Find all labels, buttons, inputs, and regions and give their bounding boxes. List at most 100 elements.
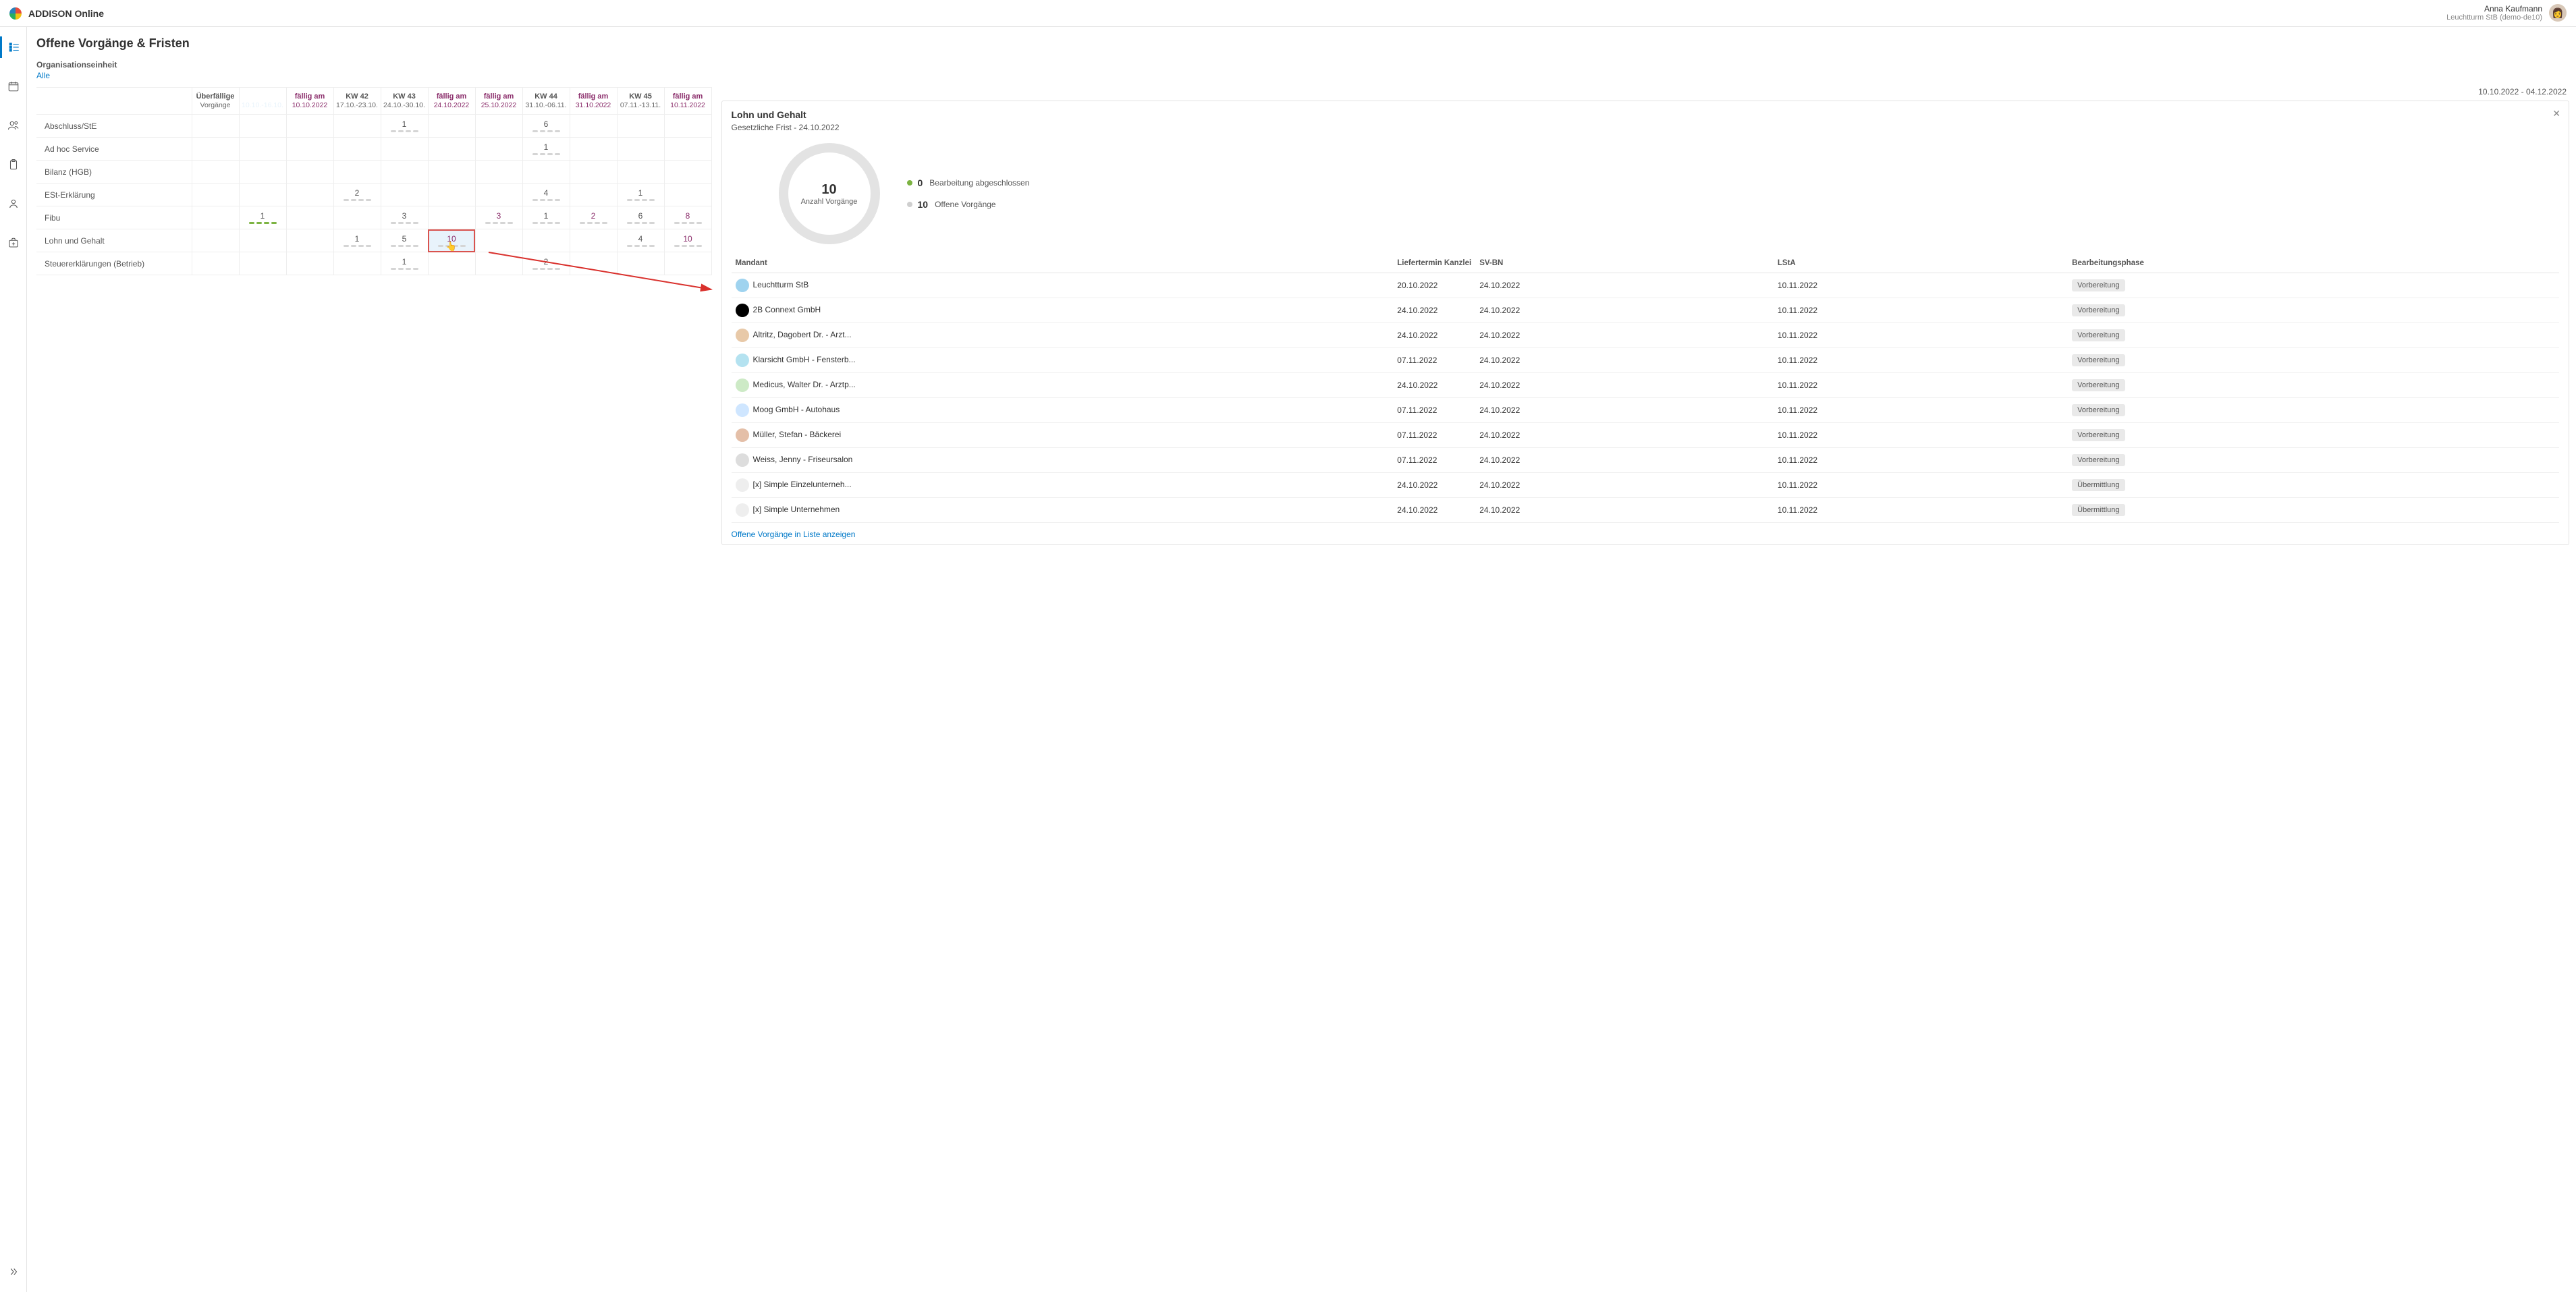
show-in-list-link[interactable]: Offene Vorgänge in Liste anzeigen	[732, 530, 856, 539]
grid-cell[interactable]	[475, 252, 522, 275]
sidebar-expand[interactable]	[0, 1261, 26, 1283]
grid-cell[interactable]	[428, 138, 475, 161]
user-block[interactable]: Anna Kaufmann Leuchtturm StB (demo-de10)	[2446, 4, 2542, 23]
table-row[interactable]: Leuchtturm StB20.10.202224.10.202210.11.…	[732, 273, 2560, 298]
grid-cell[interactable]	[192, 184, 239, 206]
grid-cell[interactable]: 1	[617, 184, 664, 206]
table-row[interactable]: [x] Simple Unternehmen24.10.202224.10.20…	[732, 498, 2560, 523]
grid-cell[interactable]	[570, 115, 617, 138]
detail-header[interactable]: Mandant	[732, 254, 1394, 273]
grid-cell[interactable]: 1	[239, 206, 286, 229]
grid-cell[interactable]	[570, 252, 617, 275]
grid-cell[interactable]	[192, 206, 239, 229]
table-row[interactable]: Klarsicht GmbH - Fensterb...07.11.202224…	[732, 348, 2560, 373]
grid-header-10[interactable]: fällig am10.11.2022	[664, 88, 711, 115]
grid-cell[interactable]	[664, 138, 711, 161]
grid-cell[interactable]	[617, 252, 664, 275]
grid-cell[interactable]: 2	[333, 184, 381, 206]
grid-header-7[interactable]: KW 4431.10.-06.11.	[522, 88, 570, 115]
grid-cell[interactable]	[428, 184, 475, 206]
grid-cell[interactable]: 1	[522, 138, 570, 161]
grid-cell[interactable]	[475, 138, 522, 161]
grid-cell[interactable]	[664, 115, 711, 138]
avatar[interactable]: 👩	[2549, 4, 2567, 22]
grid-header-3[interactable]: KW 4217.10.-23.10.	[333, 88, 381, 115]
grid-cell[interactable]	[617, 115, 664, 138]
sidebar-item-person[interactable]	[0, 193, 27, 215]
grid-cell[interactable]	[570, 161, 617, 184]
grid-cell[interactable]	[664, 252, 711, 275]
grid-cell[interactable]	[617, 161, 664, 184]
grid-cell[interactable]	[475, 229, 522, 252]
grid-cell[interactable]	[286, 161, 333, 184]
grid-cell[interactable]: 10	[664, 229, 711, 252]
grid-cell[interactable]: 3	[381, 206, 428, 229]
grid-cell[interactable]	[192, 229, 239, 252]
detail-header[interactable]: Bearbeitungsphase	[2068, 254, 2559, 273]
grid-cell[interactable]	[239, 252, 286, 275]
grid-cell[interactable]	[428, 115, 475, 138]
grid-cell[interactable]	[286, 229, 333, 252]
sidebar-item-calendar[interactable]	[0, 76, 27, 97]
grid-cell[interactable]	[428, 161, 475, 184]
grid-cell[interactable]	[664, 161, 711, 184]
table-row[interactable]: Müller, Stefan - Bäckerei07.11.202224.10…	[732, 423, 2560, 448]
grid-cell[interactable]	[475, 184, 522, 206]
grid-cell[interactable]	[192, 252, 239, 275]
grid-header-4[interactable]: KW 4324.10.-30.10.	[381, 88, 428, 115]
sidebar-item-clipboard[interactable]	[0, 154, 27, 175]
grid-cell[interactable]	[239, 161, 286, 184]
grid-cell[interactable]	[333, 161, 381, 184]
grid-header-0[interactable]: ÜberfälligeVorgänge	[192, 88, 239, 115]
table-row[interactable]: [x] Simple Einzelunterneh...24.10.202224…	[732, 473, 2560, 498]
grid-cell[interactable]: 5	[381, 229, 428, 252]
grid-cell[interactable]	[333, 138, 381, 161]
grid-cell[interactable]: 4	[617, 229, 664, 252]
grid-cell[interactable]	[286, 138, 333, 161]
sidebar-item-list[interactable]	[0, 36, 27, 58]
grid-header-9[interactable]: KW 4507.11.-13.11.	[617, 88, 664, 115]
table-row[interactable]: Altritz, Dagobert Dr. - Arzt...24.10.202…	[732, 323, 2560, 348]
grid-cell[interactable]	[192, 138, 239, 161]
grid-cell[interactable]	[570, 229, 617, 252]
grid-cell[interactable]	[333, 206, 381, 229]
grid-cell[interactable]: 3	[475, 206, 522, 229]
grid-cell[interactable]	[239, 138, 286, 161]
grid-cell[interactable]	[381, 161, 428, 184]
grid-cell[interactable]	[428, 206, 475, 229]
grid-cell[interactable]	[664, 184, 711, 206]
table-row[interactable]: Medicus, Walter Dr. - Arztp...24.10.2022…	[732, 373, 2560, 398]
grid-cell[interactable]	[239, 184, 286, 206]
grid-cell[interactable]: 6	[522, 115, 570, 138]
grid-header-6[interactable]: fällig am25.10.2022	[475, 88, 522, 115]
grid-cell[interactable]	[570, 184, 617, 206]
grid-cell[interactable]: 8	[664, 206, 711, 229]
grid-cell[interactable]	[286, 206, 333, 229]
grid-header-1[interactable]: KW 4110.10.-16.10.	[239, 88, 286, 115]
table-row[interactable]: Weiss, Jenny - Friseursalon07.11.202224.…	[732, 448, 2560, 473]
grid-cell[interactable]: 4	[522, 184, 570, 206]
sidebar-item-med[interactable]	[0, 232, 27, 254]
grid-cell[interactable]	[286, 115, 333, 138]
grid-cell[interactable]	[381, 184, 428, 206]
grid-cell[interactable]	[381, 138, 428, 161]
grid-cell[interactable]: 1	[381, 252, 428, 275]
grid-header-5[interactable]: fällig am24.10.2022	[428, 88, 475, 115]
grid-cell[interactable]	[286, 252, 333, 275]
grid-cell[interactable]	[617, 138, 664, 161]
grid-cell[interactable]	[192, 161, 239, 184]
grid-cell[interactable]: 2	[522, 252, 570, 275]
grid-header-2[interactable]: fällig am10.10.2022	[286, 88, 333, 115]
grid-cell[interactable]: 2	[570, 206, 617, 229]
sidebar-item-users[interactable]	[0, 115, 27, 136]
close-icon[interactable]: ✕	[2552, 108, 2560, 119]
filter-value[interactable]: Alle	[36, 71, 2569, 80]
grid-cell[interactable]	[570, 138, 617, 161]
grid-cell[interactable]: 1	[522, 206, 570, 229]
grid-cell[interactable]	[522, 161, 570, 184]
grid-cell[interactable]: 10👆	[428, 229, 475, 252]
grid-cell[interactable]	[522, 229, 570, 252]
grid-cell[interactable]	[475, 115, 522, 138]
grid-cell[interactable]	[333, 252, 381, 275]
table-row[interactable]: Moog GmbH - Autohaus07.11.202224.10.2022…	[732, 398, 2560, 423]
